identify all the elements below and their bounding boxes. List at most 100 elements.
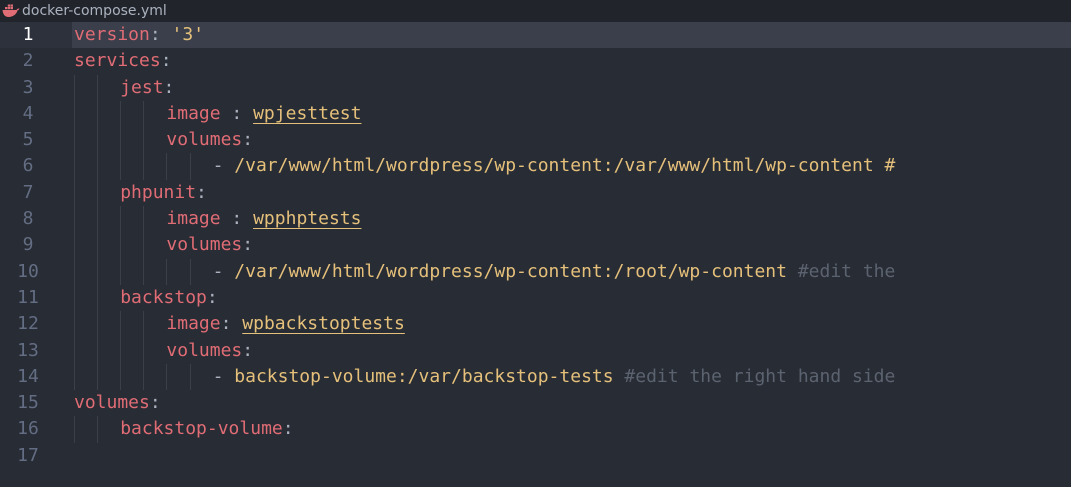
indent-guide (97, 127, 99, 154)
code-content: - /var/www/html/wordpress/wp-content:/va… (213, 153, 1071, 179)
indent-guide (74, 153, 75, 180)
line-number: 3 (22, 76, 34, 98)
line-number: 14 (17, 365, 39, 387)
token-key: image (166, 102, 221, 124)
token-str: /var/www/html/wordpress/wp-content:/var/… (234, 155, 896, 177)
token-key: volumes (166, 339, 243, 361)
code-line[interactable]: 15 volumes: (0, 390, 1071, 416)
token-key: backstop-volume (120, 418, 283, 440)
line-number: 7 (22, 181, 34, 203)
code-line[interactable]: 16 backstop-volume: (0, 416, 1071, 443)
code-content: phpunit: (120, 180, 1071, 206)
code-content: services: (74, 48, 1071, 74)
indent-guide (143, 206, 145, 233)
code-line[interactable]: 17 (0, 443, 1071, 469)
file-tab[interactable]: docker-compose.yml (0, 0, 1071, 22)
indent-guide (74, 311, 75, 338)
indent-guide (189, 258, 191, 285)
line-number: 2 (22, 50, 34, 72)
indent-guide (143, 153, 145, 180)
token-punct: : (220, 208, 254, 230)
token-anchor: wpphptests (253, 208, 362, 230)
code-content: version: '3' (74, 22, 1071, 48)
line-number: 13 (17, 339, 39, 361)
indent-guide (166, 363, 168, 391)
line-number: 12 (17, 313, 39, 335)
token-punct: : (220, 313, 243, 335)
token-key: phpunit (120, 181, 197, 203)
token-punct: - (212, 260, 235, 282)
indent-guide (97, 179, 99, 207)
code-line[interactable]: 7 phpunit: (0, 179, 1071, 207)
indent-guide (97, 206, 99, 233)
line-number: 17 (17, 444, 39, 466)
line-number: 6 (22, 155, 34, 177)
indent-guide (120, 100, 122, 128)
line-number: 15 (17, 392, 39, 414)
code-content: volumes: (74, 390, 1071, 416)
token-punct: - (212, 365, 235, 387)
indent-guide (97, 363, 99, 391)
token-str: backstop-volume:/var/backstop-tests (234, 365, 625, 387)
token-punct: - (212, 155, 235, 177)
code-content: backstop: (120, 285, 1071, 311)
code-line[interactable]: 2 services: (0, 48, 1071, 74)
indent-guide (74, 284, 75, 312)
code-content: image : wpjesttest (166, 101, 1071, 127)
token-punct: : (160, 50, 172, 72)
token-key: volumes (166, 234, 243, 256)
indent-guide (97, 153, 99, 180)
token-key: backstop (120, 286, 207, 308)
indent-guide (97, 337, 99, 364)
token-punct: : (242, 129, 254, 151)
code-line[interactable]: 9 volumes: (0, 232, 1071, 259)
token-anchor: wpjesttest (253, 102, 362, 124)
token-punct: : (242, 234, 254, 256)
code-line[interactable]: 14 - backstop-volume:/var/backstop-tests … (0, 363, 1071, 391)
code-line[interactable]: 4 image : wpjesttest (0, 100, 1071, 128)
token-punct: : (242, 339, 254, 361)
code-content: volumes: (166, 338, 1071, 364)
code-content: volumes: (166, 127, 1071, 153)
indent-guide (143, 127, 145, 154)
indent-guide (120, 311, 122, 338)
code-line[interactable]: 8 image : wpphptests (0, 206, 1071, 233)
line-number: 10 (17, 260, 39, 282)
indent-guide (74, 258, 75, 285)
code-line[interactable]: 10 - /var/www/html/wordpress/wp-content:/… (0, 258, 1071, 285)
line-number: 4 (22, 102, 34, 124)
code-editor[interactable]: 1 version: '3' 2 services: 3 jest: 4 image : wp… (0, 22, 1071, 487)
token-punct: : (149, 392, 161, 414)
token-punct: : (282, 418, 294, 440)
indent-guide (74, 100, 75, 128)
indent-guide (166, 153, 168, 180)
indent-guide (143, 100, 145, 128)
indent-guide (74, 127, 75, 154)
token-str: /var/www/html/wordpress/wp-content:/root… (234, 260, 798, 282)
code-content: volumes: (166, 232, 1071, 258)
line-number: 5 (22, 129, 34, 151)
indent-guide (74, 337, 75, 364)
indent-guide (120, 127, 122, 154)
indent-guide (97, 416, 99, 443)
code-content: - /var/www/html/wordpress/wp-content:/ro… (213, 259, 1071, 285)
indent-guide (143, 311, 145, 338)
token-punct: : (149, 24, 172, 45)
indent-guide (97, 258, 99, 285)
token-key: volumes (74, 392, 150, 414)
code-line[interactable]: 12 image: wpbackstoptests (0, 311, 1071, 338)
code-line[interactable]: 1 version: '3' (0, 22, 1071, 49)
indent-guide (143, 363, 145, 391)
code-line[interactable]: 6 - /var/www/html/wordpress/wp-content:/v… (0, 153, 1071, 180)
code-line[interactable]: 3 jest: (0, 74, 1071, 101)
token-key: image (166, 208, 221, 230)
indent-guide (74, 74, 75, 101)
token-key: image (166, 313, 221, 335)
code-line[interactable]: 13 volumes: (0, 337, 1071, 364)
code-line[interactable]: 11 backstop: (0, 284, 1071, 312)
indent-guide (120, 153, 122, 180)
code-line[interactable]: 5 volumes: (0, 127, 1071, 154)
indent-guide (143, 258, 145, 285)
token-anchor: wpbackstoptests (242, 313, 405, 335)
indent-guide (189, 153, 191, 180)
